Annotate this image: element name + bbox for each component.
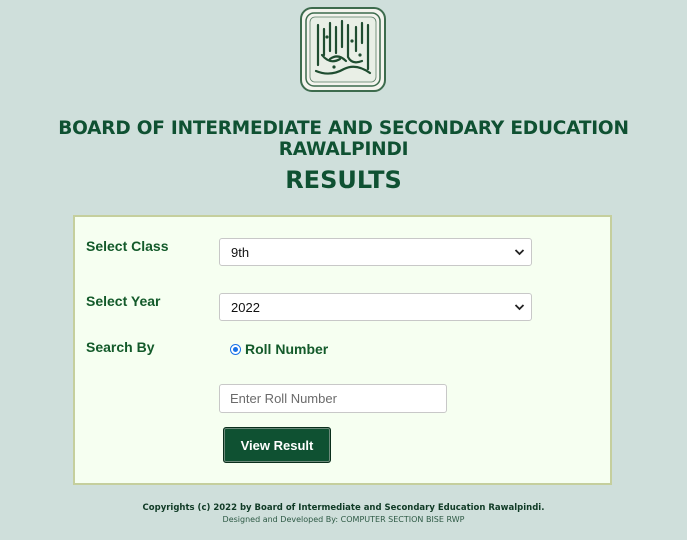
result-search-form: Select Class 9th Select Year 2022 Search… <box>73 215 612 485</box>
board-logo-icon <box>300 7 386 92</box>
page-title: RESULTS <box>285 166 402 194</box>
roll-number-radio-option[interactable]: Roll Number <box>230 341 328 357</box>
year-label: Select Year <box>86 293 161 309</box>
year-select[interactable]: 2022 <box>219 293 532 321</box>
class-select-value: 9th <box>231 245 250 260</box>
footer-copyright: Copyrights (c) 2022 by Board of Intermed… <box>142 503 545 513</box>
footer-credit: Designed and Developed By: COMPUTER SECT… <box>222 515 465 524</box>
chevron-down-icon <box>514 239 525 277</box>
chevron-down-icon <box>514 294 525 332</box>
view-result-button[interactable]: View Result <box>223 427 331 463</box>
search-by-label: Search By <box>86 339 155 355</box>
roll-number-input[interactable] <box>219 384 447 413</box>
class-select[interactable]: 9th <box>219 238 532 266</box>
roll-number-radio[interactable] <box>230 343 241 355</box>
class-label: Select Class <box>86 238 169 254</box>
year-select-value: 2022 <box>231 300 260 315</box>
roll-number-radio-label: Roll Number <box>245 341 329 357</box>
board-title: BOARD OF INTERMEDIATE AND SECONDARY EDUC… <box>58 118 629 160</box>
